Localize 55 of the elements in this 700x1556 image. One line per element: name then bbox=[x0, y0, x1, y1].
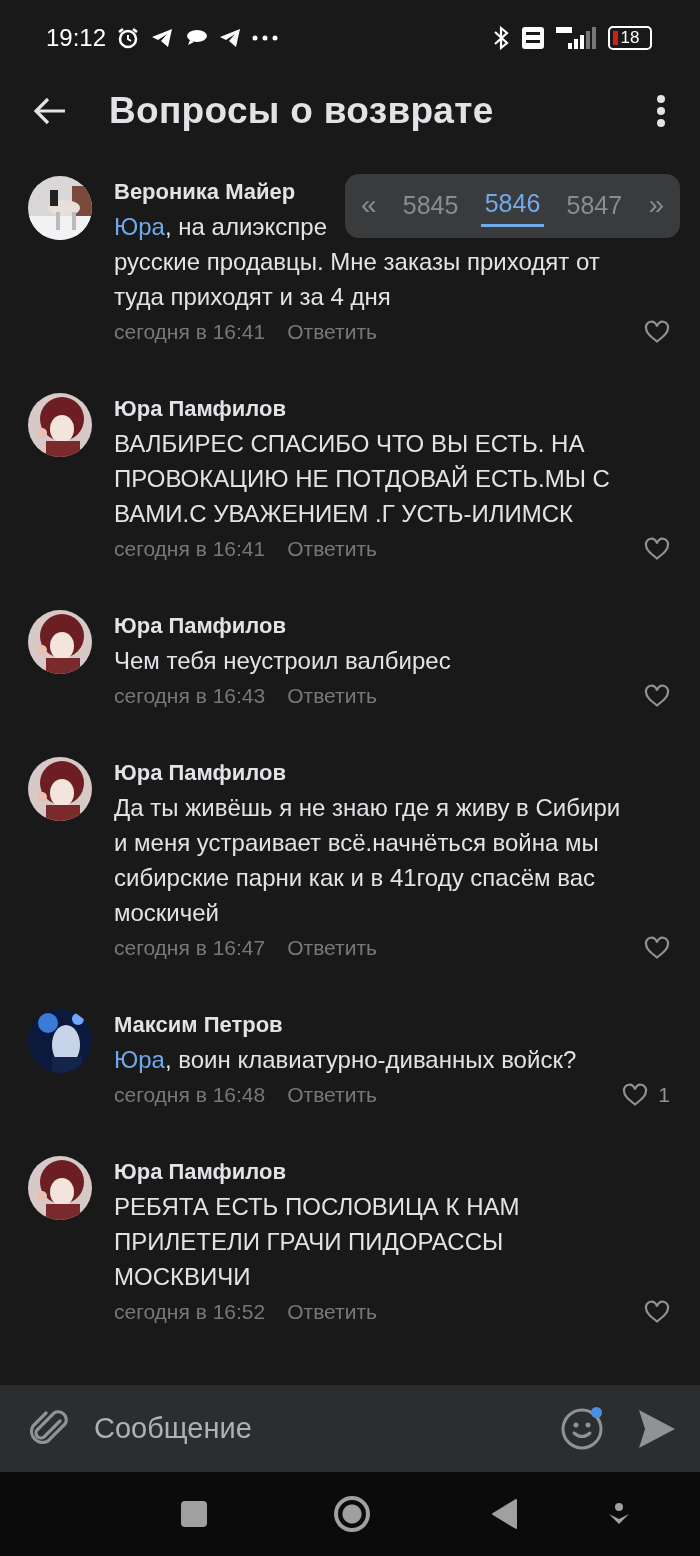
reply-link[interactable]: Ответить bbox=[287, 936, 377, 960]
more-menu-icon[interactable] bbox=[656, 95, 666, 127]
smiley-icon bbox=[560, 1406, 604, 1451]
heart-icon[interactable] bbox=[644, 320, 670, 344]
reply-link[interactable]: Ответить bbox=[287, 537, 377, 561]
previous-page-button[interactable]: « bbox=[357, 185, 381, 227]
page-number[interactable]: 5847 bbox=[562, 186, 627, 226]
home-button[interactable] bbox=[334, 1496, 370, 1532]
heart-icon[interactable] bbox=[644, 684, 670, 708]
message-bar[interactable]: Сообщение bbox=[0, 1385, 700, 1472]
reply-link[interactable]: Ответить bbox=[287, 1083, 377, 1107]
comment-text: ВАЛБИРЕС СПАСИБО ЧТО ВЫ ЕСТЬ. НА ПРОВОКАЦИЮ НЕ ПОТДОВАЙ ЕСТЬ.МЫ С ВАМИ.С УВАЖЕНИЕМ .Г УСТЬ-ИЛИМСК bbox=[114, 429, 611, 529]
comment-time: сегодня в 16:47 bbox=[114, 936, 266, 960]
emoji-button[interactable] bbox=[560, 1406, 604, 1451]
more-icon bbox=[252, 35, 279, 41]
comment-author[interactable]: Вероника Майер bbox=[114, 175, 296, 209]
comment-time: сегодня в 16:41 bbox=[114, 320, 266, 344]
paper-plane-icon bbox=[218, 27, 243, 49]
heart-icon[interactable] bbox=[644, 936, 670, 960]
comment-author[interactable]: Юра Памфилов bbox=[114, 609, 286, 643]
comment-time: сегодня в 16:52 bbox=[114, 1300, 266, 1324]
signal-icon bbox=[554, 25, 598, 51]
comment-time: сегодня в 16:43 bbox=[114, 684, 266, 708]
back-button[interactable] bbox=[492, 1499, 518, 1529]
send-icon[interactable] bbox=[638, 1408, 676, 1449]
comment-time: сегодня в 16:48 bbox=[114, 1083, 266, 1107]
comment-author[interactable]: Максим Петров bbox=[114, 1008, 283, 1042]
page-number[interactable]: 5846 bbox=[480, 185, 545, 227]
status-time: 19:12 bbox=[46, 24, 107, 52]
comment-text: РЕБЯТА ЕСТЬ ПОСЛОВИЦА К НАМ ПРИЛЕТЕЛИ ГРАЧИ ПИДОРАССЫ МОСКВИЧИ bbox=[114, 1192, 521, 1292]
comment-text: Юра, воин клавиатурно-диванных войск? bbox=[114, 1045, 578, 1075]
comment-author[interactable]: Юра Памфилов bbox=[114, 1155, 286, 1189]
mention-link[interactable]: Юра bbox=[114, 1046, 165, 1073]
comment-author[interactable]: Юра Памфилов bbox=[114, 392, 286, 426]
comment-text: Да ты живёшь я не знаю где я живу в Сибири и меня устраивает всё.начнёться война мы сибирские парни как и в 41году спасём вас москичей bbox=[114, 793, 622, 928]
download-icon[interactable] bbox=[608, 1502, 630, 1526]
page-title: Вопросы о возврате bbox=[109, 90, 495, 132]
next-page-button[interactable]: » bbox=[644, 185, 668, 227]
heart-icon[interactable] bbox=[644, 537, 670, 561]
reply-link[interactable]: Ответить bbox=[287, 684, 377, 708]
comment-time: сегодня в 16:41 bbox=[114, 537, 266, 561]
comment-author[interactable]: Юра Памфилов bbox=[114, 756, 286, 790]
page-number[interactable]: 5845 bbox=[398, 186, 463, 226]
back-arrow-icon[interactable] bbox=[33, 97, 67, 125]
reply-link[interactable]: Ответить bbox=[287, 1300, 377, 1324]
reply-link[interactable]: Ответить bbox=[287, 320, 377, 344]
comment-text: туда приходят и за 4 дня bbox=[114, 282, 392, 312]
heart-icon[interactable] bbox=[644, 1300, 670, 1324]
heart-icon[interactable] bbox=[622, 1083, 649, 1107]
battery-icon: 18 bbox=[608, 26, 652, 50]
like-count: 1 bbox=[658, 1083, 670, 1107]
mention-link[interactable]: Юра bbox=[114, 213, 165, 240]
comment-text: русские продавцы. Мне заказы приходят от bbox=[114, 247, 601, 277]
paper-plane-icon bbox=[150, 27, 175, 49]
comment-text: Чем тебя неустроил валбирес bbox=[114, 646, 452, 676]
